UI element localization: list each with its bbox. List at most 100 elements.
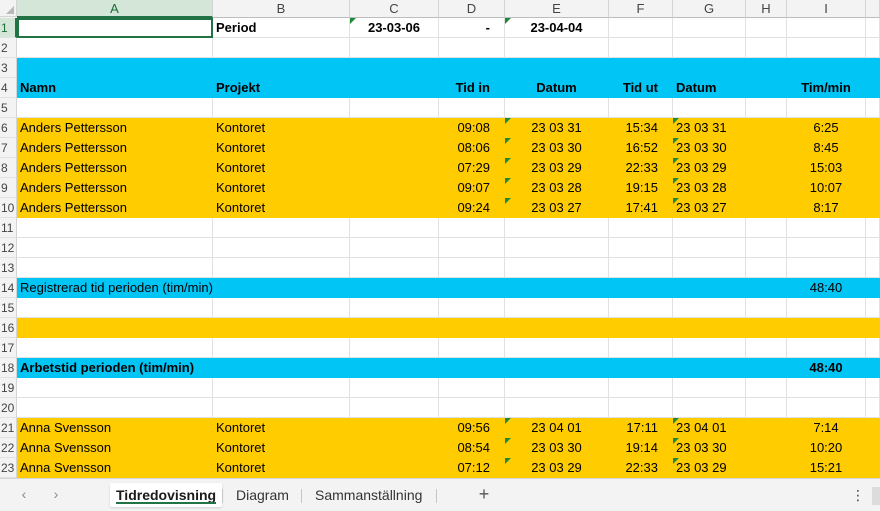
row-header[interactable]: 4: [0, 78, 17, 98]
cell-g4[interactable]: Datum: [673, 78, 746, 98]
row-header[interactable]: 21: [0, 418, 17, 438]
cell-i12[interactable]: [787, 238, 866, 258]
cell-b7[interactable]: Kontoret: [213, 138, 350, 158]
row-header[interactable]: 17: [0, 338, 17, 358]
cell-a1[interactable]: [17, 18, 213, 38]
cell-d19[interactable]: [439, 378, 505, 398]
cell-c6[interactable]: [350, 118, 439, 138]
cell-f11[interactable]: [609, 218, 673, 238]
row-header[interactable]: 5: [0, 98, 17, 118]
cell-b20[interactable]: [213, 398, 350, 418]
cell-h16[interactable]: [746, 318, 787, 338]
cell-g1[interactable]: [673, 18, 746, 38]
cell-j15[interactable]: [866, 298, 880, 318]
column-header-e[interactable]: E: [505, 0, 609, 18]
horizontal-scrollbar[interactable]: [872, 487, 880, 505]
cell-d22[interactable]: 08:54: [439, 438, 505, 458]
cell-f14[interactable]: [609, 278, 673, 298]
cell-i2[interactable]: [787, 38, 866, 58]
cell-j14[interactable]: [866, 278, 880, 298]
cell-i6[interactable]: 6:25: [787, 118, 866, 138]
cell-f3[interactable]: [609, 58, 673, 78]
cell-f22[interactable]: 19:14: [609, 438, 673, 458]
row-header[interactable]: 11: [0, 218, 17, 238]
cell-j13[interactable]: [866, 258, 880, 278]
cell-h9[interactable]: [746, 178, 787, 198]
cell-a20[interactable]: [17, 398, 213, 418]
cell-i7[interactable]: 8:45: [787, 138, 866, 158]
cell-f12[interactable]: [609, 238, 673, 258]
row-header[interactable]: 12: [0, 238, 17, 258]
cell-b2[interactable]: [213, 38, 350, 58]
row-header[interactable]: 1: [0, 18, 17, 38]
cell-j10[interactable]: [866, 198, 880, 218]
cell-e4[interactable]: Datum: [505, 78, 609, 98]
cell-g10[interactable]: 23 03 27: [673, 198, 746, 218]
cell-d2[interactable]: [439, 38, 505, 58]
cell-f18[interactable]: [609, 358, 673, 378]
cell-d16[interactable]: [439, 318, 505, 338]
row-header[interactable]: 23: [0, 458, 17, 478]
cell-c9[interactable]: [350, 178, 439, 198]
tab-tidredovisning[interactable]: Tidredovisning: [110, 483, 223, 507]
cell-h7[interactable]: [746, 138, 787, 158]
cell-d14[interactable]: [439, 278, 505, 298]
cell-d21[interactable]: 09:56: [439, 418, 505, 438]
cell-d20[interactable]: [439, 398, 505, 418]
cell-j22[interactable]: [866, 438, 880, 458]
cell-c14[interactable]: [350, 278, 439, 298]
row-header[interactable]: 3: [0, 58, 17, 78]
cell-h22[interactable]: [746, 438, 787, 458]
cell-b9[interactable]: Kontoret: [213, 178, 350, 198]
row-header[interactable]: 14: [0, 278, 17, 298]
cell-i4[interactable]: Tim/min: [787, 78, 866, 98]
row-header[interactable]: 18: [0, 358, 17, 378]
cell-e9[interactable]: 23 03 28: [505, 178, 609, 198]
cell-g8[interactable]: 23 03 29: [673, 158, 746, 178]
cell-h11[interactable]: [746, 218, 787, 238]
cell-i21[interactable]: 7:14: [787, 418, 866, 438]
cell-a3[interactable]: [17, 58, 213, 78]
cell-d12[interactable]: [439, 238, 505, 258]
cell-g6[interactable]: 23 03 31: [673, 118, 746, 138]
cell-d4[interactable]: Tid in: [439, 78, 505, 98]
cell-f23[interactable]: 22:33: [609, 458, 673, 478]
column-header-b[interactable]: B: [213, 0, 350, 18]
cell-a22[interactable]: Anna Svensson: [17, 438, 213, 458]
cell-e2[interactable]: [505, 38, 609, 58]
cell-b19[interactable]: [213, 378, 350, 398]
row-header[interactable]: 16: [0, 318, 17, 338]
cell-e19[interactable]: [505, 378, 609, 398]
cell-e16[interactable]: [505, 318, 609, 338]
cell-c2[interactable]: [350, 38, 439, 58]
cell-d11[interactable]: [439, 218, 505, 238]
cell-c10[interactable]: [350, 198, 439, 218]
cell-j7[interactable]: [866, 138, 880, 158]
cell-h1[interactable]: [746, 18, 787, 38]
cell-d17[interactable]: [439, 338, 505, 358]
cell-j21[interactable]: [866, 418, 880, 438]
cell-e13[interactable]: [505, 258, 609, 278]
select-all-corner[interactable]: [0, 0, 17, 17]
cell-d23[interactable]: 07:12: [439, 458, 505, 478]
cell-d8[interactable]: 07:29: [439, 158, 505, 178]
cell-e20[interactable]: [505, 398, 609, 418]
cell-c21[interactable]: [350, 418, 439, 438]
cell-f20[interactable]: [609, 398, 673, 418]
column-header-a[interactable]: A: [17, 0, 213, 18]
cell-f6[interactable]: 15:34: [609, 118, 673, 138]
cell-h15[interactable]: [746, 298, 787, 318]
cell-h21[interactable]: [746, 418, 787, 438]
cell-a8[interactable]: Anders Pettersson: [17, 158, 213, 178]
cell-i18[interactable]: 48:40: [787, 358, 866, 378]
cell-h6[interactable]: [746, 118, 787, 138]
row-header[interactable]: 2: [0, 38, 17, 58]
cell-b6[interactable]: Kontoret: [213, 118, 350, 138]
cell-a7[interactable]: Anders Pettersson: [17, 138, 213, 158]
cell-g9[interactable]: 23 03 28: [673, 178, 746, 198]
column-header-c[interactable]: C: [350, 0, 439, 18]
cell-b13[interactable]: [213, 258, 350, 278]
row-header[interactable]: 15: [0, 298, 17, 318]
cell-g15[interactable]: [673, 298, 746, 318]
cell-g2[interactable]: [673, 38, 746, 58]
